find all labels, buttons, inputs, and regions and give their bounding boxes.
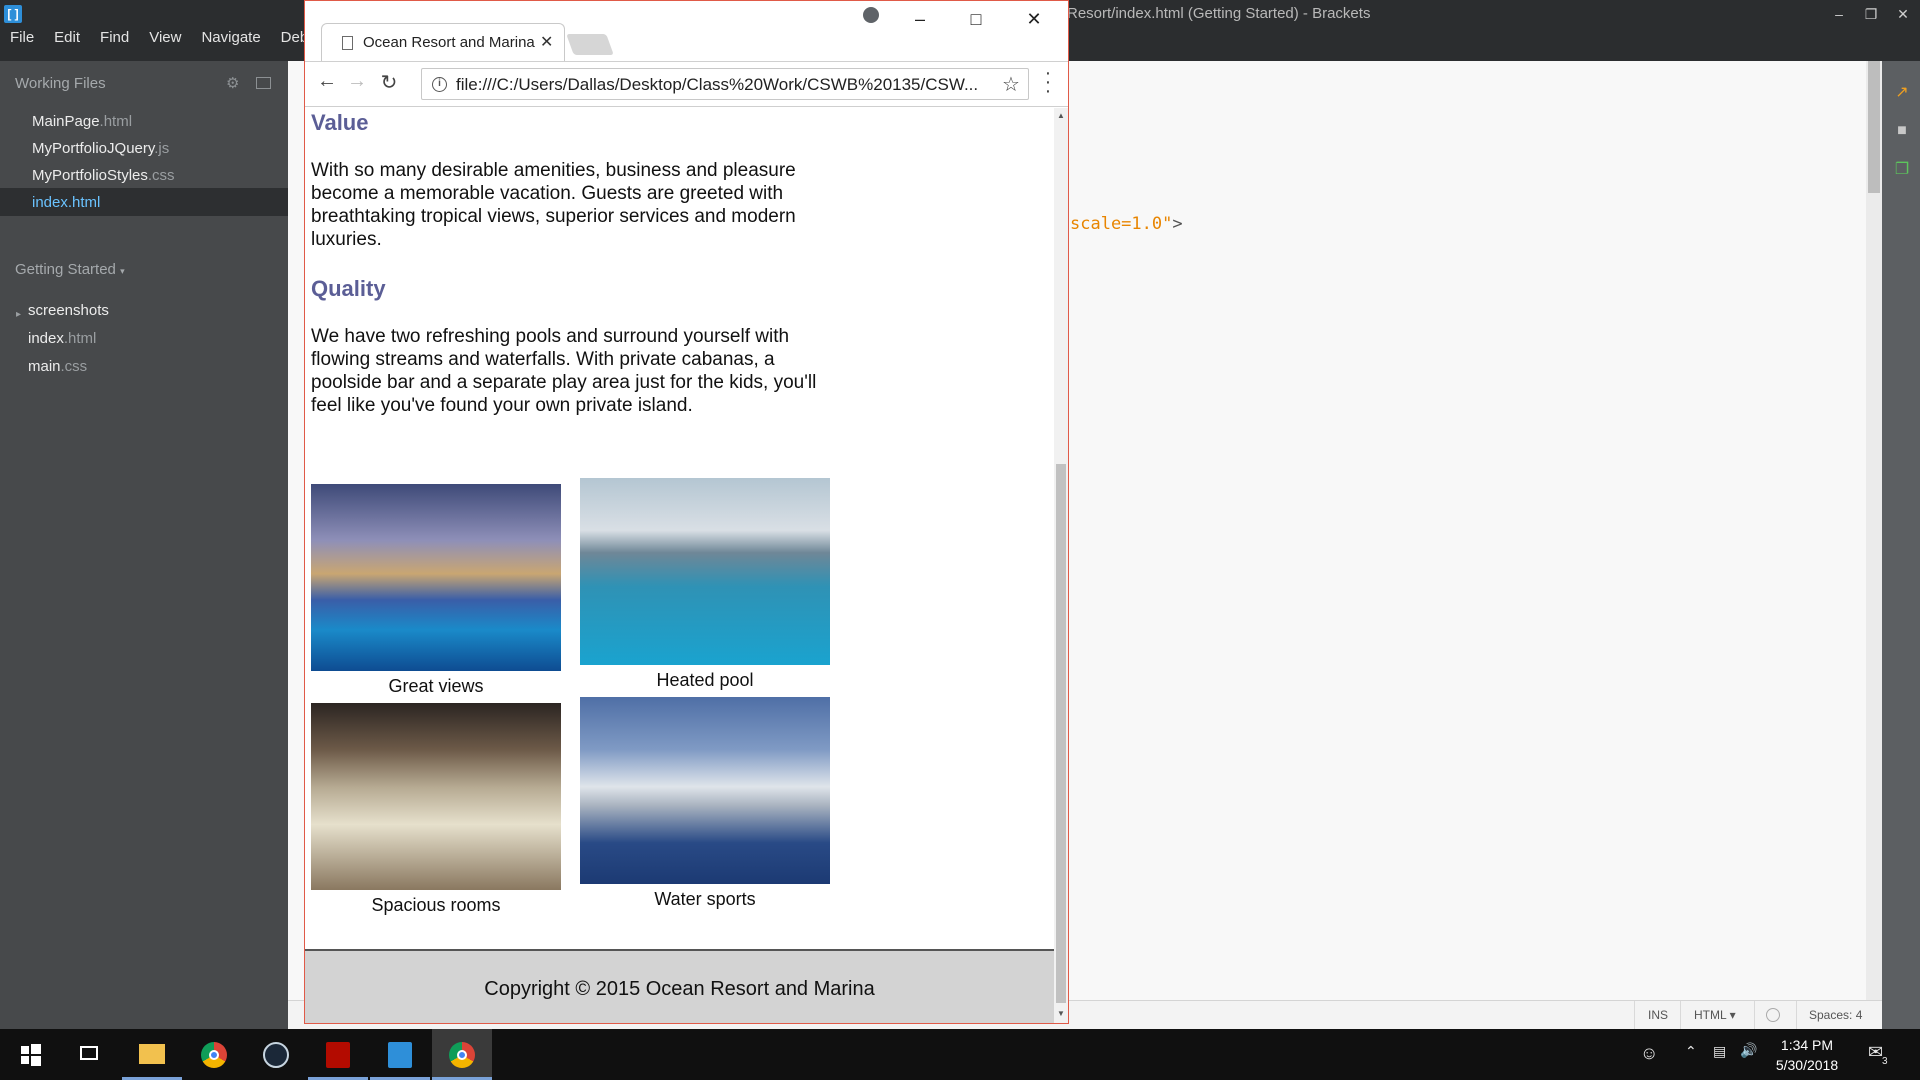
volume-icon[interactable]: 🔊: [1740, 1042, 1757, 1059]
indent-setting[interactable]: Spaces: 4: [1809, 1008, 1862, 1022]
notification-icon[interactable]: ✉: [1868, 1042, 1883, 1063]
hotel-room-photo: [311, 703, 561, 890]
editor-scrollbar-thumb[interactable]: [1868, 61, 1880, 193]
working-file-item-active[interactable]: index.html: [32, 194, 100, 211]
tree-folder-screenshots[interactable]: screenshots: [28, 302, 109, 319]
chevron-up-icon[interactable]: ⌃: [1685, 1043, 1697, 1060]
marina-photo: [580, 697, 830, 884]
forward-icon[interactable]: →: [343, 70, 371, 93]
chrome-active-icon[interactable]: [432, 1029, 492, 1080]
minimize-icon[interactable]: –: [1822, 2, 1856, 26]
page-icon: [342, 36, 353, 50]
gallery-figure: Water sports: [580, 697, 830, 910]
restore-icon[interactable]: ❐: [1854, 2, 1888, 26]
network-icon[interactable]: ▤: [1713, 1043, 1726, 1060]
footer-copyright: Copyright © 2015 Ocean Resort and Marina: [484, 978, 875, 1000]
close-icon[interactable]: ✕: [1886, 2, 1920, 26]
project-dropdown[interactable]: Getting Started ▾: [15, 261, 125, 278]
editor-scrollbar[interactable]: [1866, 61, 1882, 1000]
page-footer: Copyright © 2015 Ocean Resort and Marina: [305, 949, 1054, 1023]
split-view-icon[interactable]: [256, 77, 271, 89]
gallery-caption: Great views: [388, 676, 484, 696]
section-heading: Quality: [311, 276, 386, 301]
brackets-app-icon: [ ]: [4, 5, 22, 23]
menu-file[interactable]: File: [0, 26, 44, 50]
scroll-down-icon[interactable]: ▼: [1057, 1009, 1065, 1018]
browser-window: Ocean Resort and Marina ✕ – □ ✕ ← → ↻ i …: [304, 0, 1069, 1024]
more-menu-icon[interactable]: · · ·: [1040, 63, 1056, 101]
brackets-taskbar-icon[interactable]: [370, 1029, 430, 1080]
section-heading: Value: [311, 110, 369, 135]
file-explorer-icon[interactable]: [122, 1029, 182, 1080]
couple-pool-photo: [580, 478, 830, 665]
web-page-content: Value With so many desirable amenities, …: [305, 108, 1054, 1023]
notification-count: 3: [1882, 1056, 1888, 1067]
insert-mode-indicator[interactable]: INS: [1648, 1008, 1668, 1022]
url-text[interactable]: file:///C:/Users/Dallas/Desktop/Class%20…: [456, 75, 996, 95]
close-icon[interactable]: ✕: [1019, 9, 1049, 30]
steam-icon[interactable]: [246, 1029, 306, 1080]
section-paragraph: We have two refreshing pools and surroun…: [311, 326, 817, 416]
menubar: File Edit Find View Navigate Debug: [0, 26, 335, 50]
maximize-icon[interactable]: □: [961, 9, 991, 30]
new-tab-button[interactable]: [566, 34, 614, 55]
scroll-up-icon[interactable]: ▲: [1057, 111, 1065, 120]
language-selector[interactable]: HTML ▾: [1694, 1008, 1736, 1022]
gallery-caption: Heated pool: [656, 670, 754, 690]
section-paragraph: With so many desirable amenities, busine…: [311, 160, 796, 250]
acrobat-icon[interactable]: [308, 1029, 368, 1080]
pool-night-photo: [311, 484, 561, 671]
extension-manager-icon[interactable]: ■: [1893, 122, 1911, 140]
page-scrollbar-thumb[interactable]: [1056, 464, 1066, 1003]
right-toolbar: ↗ ■ ❐: [1882, 61, 1920, 1029]
gallery-caption: Water sports: [654, 889, 756, 909]
page-scrollbar[interactable]: ▲ ▼: [1054, 108, 1068, 1023]
live-preview-icon[interactable]: ↗: [1893, 84, 1911, 102]
system-clock[interactable]: 1:34 PM 5/30/2018: [1762, 1035, 1852, 1075]
gallery-figure: Spacious rooms: [311, 703, 561, 916]
info-icon[interactable]: i: [432, 77, 447, 92]
gear-icon[interactable]: ⚙: [226, 74, 239, 92]
linter-status-icon[interactable]: [1766, 1008, 1780, 1022]
chrome-icon[interactable]: [184, 1029, 244, 1080]
window-title: Resort/index.html (Getting Started) - Br…: [1067, 5, 1371, 22]
browser-tab[interactable]: Ocean Resort and Marina ✕: [321, 23, 565, 61]
menu-view[interactable]: View: [139, 26, 191, 50]
bookmark-star-icon[interactable]: ☆: [1002, 72, 1020, 97]
minimize-icon[interactable]: –: [905, 9, 935, 30]
menu-find[interactable]: Find: [90, 26, 139, 50]
working-file-item[interactable]: MainPage.html: [32, 113, 132, 130]
menu-navigate[interactable]: Navigate: [191, 26, 270, 50]
gallery-figure: Heated pool: [580, 478, 830, 691]
working-files-header: Working Files: [15, 75, 106, 92]
gallery-caption: Spacious rooms: [371, 895, 501, 915]
tab-title: Ocean Resort and Marina: [363, 34, 535, 51]
sidebar: Working Files ⚙ MainPage.html MyPortfoli…: [0, 61, 288, 1029]
people-icon[interactable]: ☺: [1640, 1043, 1658, 1064]
tree-file-item[interactable]: index.html: [28, 330, 96, 347]
working-file-item[interactable]: MyPortfolioStyles.css: [32, 167, 175, 184]
tab-close-icon[interactable]: ✕: [540, 32, 553, 52]
navigation-toolbar: ← → ↻ i file:///C:/Users/Dallas/Desktop/…: [305, 61, 1068, 107]
reload-icon[interactable]: ↻: [375, 70, 403, 95]
address-bar[interactable]: i file:///C:/Users/Dallas/Desktop/Class%…: [421, 68, 1029, 100]
menu-edit[interactable]: Edit: [44, 26, 90, 50]
profile-icon[interactable]: [863, 7, 879, 23]
tree-file-item[interactable]: main.css: [28, 358, 87, 375]
taskbar: ☺ ⌃ ▤ 🔊 1:34 PM 5/30/2018 ✉ 3: [0, 1029, 1920, 1080]
code-line-fragment: scale=1.0">: [1070, 214, 1183, 234]
browser-titlebar: Ocean Resort and Marina ✕ – □ ✕ ← → ↻ i …: [305, 1, 1068, 108]
start-button[interactable]: [0, 1029, 60, 1080]
gift-icon[interactable]: ❐: [1893, 161, 1911, 179]
working-file-item[interactable]: MyPortfolioJQuery.js: [32, 140, 169, 157]
task-view-icon[interactable]: [60, 1029, 120, 1080]
gallery-figure: Great views: [311, 484, 561, 697]
back-icon[interactable]: ←: [313, 70, 341, 93]
folder-collapsed-icon[interactable]: ▸: [16, 309, 21, 320]
